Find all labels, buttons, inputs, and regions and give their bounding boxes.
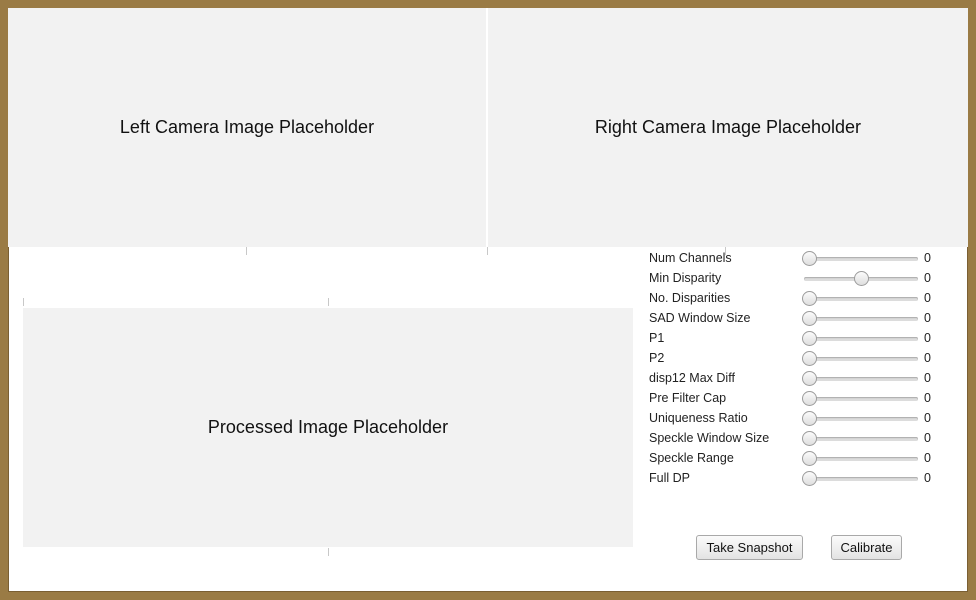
control-value: 0	[924, 271, 931, 285]
control-value: 0	[924, 371, 931, 385]
slider-knob[interactable]	[802, 351, 817, 366]
take-snapshot-button[interactable]: Take Snapshot	[696, 535, 803, 560]
control-label: Num Channels	[649, 251, 732, 265]
layout-tick	[246, 247, 247, 255]
control-value: 0	[924, 291, 931, 305]
control-value: 0	[924, 451, 931, 465]
parameter-controls: Num Channels 0 Min Disparity 0 No. Dispa…	[649, 248, 968, 488]
control-label: Speckle Range	[649, 451, 734, 465]
slider-track[interactable]	[804, 271, 918, 286]
slider-track[interactable]	[802, 311, 918, 326]
slider-track[interactable]	[802, 391, 918, 406]
layout-tick	[328, 548, 329, 556]
control-row-disp12-max-diff: disp12 Max Diff 0	[649, 368, 968, 388]
control-value: 0	[924, 311, 931, 325]
control-row-num-channels: Num Channels 0	[649, 248, 968, 268]
slider-track[interactable]	[802, 291, 918, 306]
slider-knob[interactable]	[802, 431, 817, 446]
slider-knob[interactable]	[802, 411, 817, 426]
slider-track[interactable]	[802, 371, 918, 386]
layout-tick	[328, 298, 329, 306]
control-row-sad-window-size: SAD Window Size 0	[649, 308, 968, 328]
control-label: SAD Window Size	[649, 311, 751, 325]
control-label: Uniqueness Ratio	[649, 411, 748, 425]
slider-track[interactable]	[802, 411, 918, 426]
slider-track[interactable]	[802, 431, 918, 446]
processed-image-label: Processed Image Placeholder	[207, 417, 449, 437]
slider-knob[interactable]	[853, 271, 869, 286]
calibrate-button[interactable]: Calibrate	[831, 535, 902, 560]
control-row-no-disparities: No. Disparities 0	[649, 288, 968, 308]
control-label: P1	[649, 331, 665, 345]
control-label: No. Disparities	[649, 291, 731, 305]
control-value: 0	[924, 331, 931, 345]
control-value: 0	[924, 251, 931, 265]
control-row-speckle-window-size: Speckle Window Size 0	[649, 428, 968, 448]
slider-track[interactable]	[802, 471, 918, 486]
control-row-pre-filter-cap: Pre Filter Cap 0	[649, 388, 968, 408]
control-label: Full DP	[649, 471, 690, 485]
slider-knob[interactable]	[802, 471, 817, 486]
control-value: 0	[924, 471, 931, 485]
slider-track[interactable]	[802, 331, 918, 346]
control-label: P2	[649, 351, 665, 365]
left-camera-panel: Left Camera Image Placeholder	[8, 8, 486, 247]
slider-track[interactable]	[802, 351, 918, 366]
layout-tick	[487, 247, 488, 255]
slider-track[interactable]	[802, 251, 918, 266]
layout-tick	[23, 298, 24, 306]
app-window: Left Camera Image Placeholder Right Came…	[8, 8, 968, 592]
slider-track[interactable]	[802, 451, 918, 466]
right-camera-panel: Right Camera Image Placeholder	[488, 8, 968, 247]
processed-image-panel: Processed Image Placeholder	[23, 308, 633, 547]
control-label: Speckle Window Size	[649, 431, 770, 445]
control-value: 0	[924, 411, 931, 425]
slider-knob[interactable]	[802, 251, 817, 266]
slider-knob[interactable]	[802, 331, 817, 346]
control-row-speckle-range: Speckle Range 0	[649, 448, 968, 468]
right-camera-label: Right Camera Image Placeholder	[594, 117, 862, 137]
control-label: disp12 Max Diff	[649, 371, 735, 385]
control-value: 0	[924, 391, 931, 405]
control-row-p2: P2 0	[649, 348, 968, 368]
slider-knob[interactable]	[802, 451, 817, 466]
control-row-p1: P1 0	[649, 328, 968, 348]
control-label: Min Disparity	[649, 271, 722, 285]
control-row-uniqueness-ratio: Uniqueness Ratio 0	[649, 408, 968, 428]
slider-knob[interactable]	[802, 391, 817, 406]
control-value: 0	[924, 351, 931, 365]
control-value: 0	[924, 431, 931, 445]
control-row-full-dp: Full DP 0	[649, 468, 968, 488]
left-camera-label: Left Camera Image Placeholder	[119, 117, 375, 137]
slider-knob[interactable]	[802, 371, 817, 386]
control-label: Pre Filter Cap	[649, 391, 727, 405]
control-row-min-disparity: Min Disparity 0	[649, 268, 968, 288]
slider-knob[interactable]	[802, 291, 817, 306]
slider-knob[interactable]	[802, 311, 817, 326]
